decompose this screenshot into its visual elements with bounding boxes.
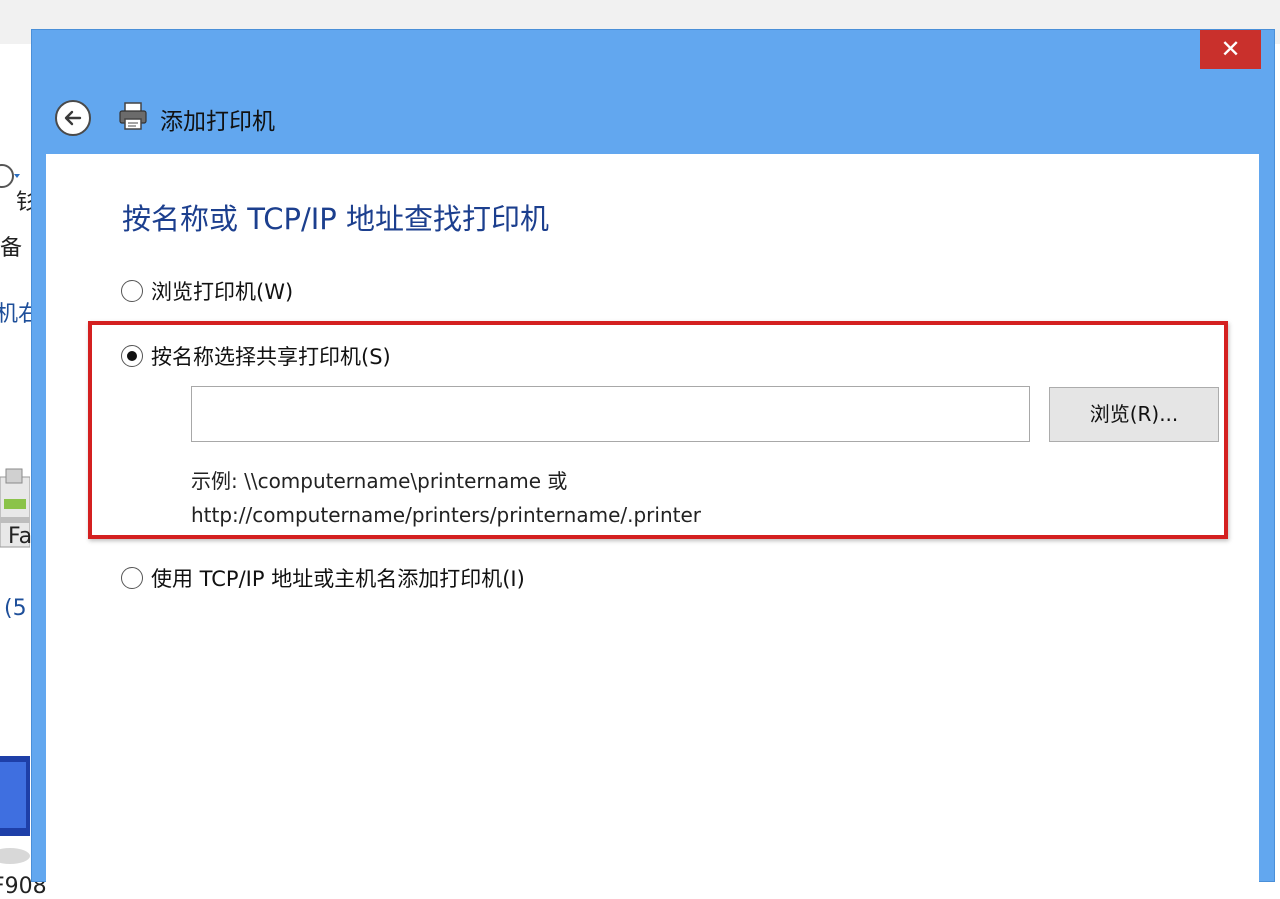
option-label: 按名称选择共享打印机(S) — [151, 345, 391, 369]
printer-icon — [119, 102, 147, 130]
option-label: 使用 TCP/IP 地址或主机名添加打印机(I) — [151, 567, 525, 591]
example-text: 示例: \\computername\printername 或 http://… — [191, 464, 701, 532]
printer-name-input[interactable] — [191, 386, 1030, 442]
page-heading: 按名称或 TCP/IP 地址查找打印机 — [122, 202, 549, 236]
background-monitor-icon — [0, 756, 30, 864]
close-button[interactable]: ✕ — [1200, 30, 1261, 69]
background-left-pane: 钐 备 机右 Fa (5 F908 — [0, 44, 47, 899]
option-tcpip[interactable]: 使用 TCP/IP 地址或主机名添加打印机(I) — [121, 564, 525, 592]
background-text: (5 — [4, 596, 27, 621]
radio-browse-printers[interactable] — [121, 280, 143, 302]
radio-tcpip[interactable] — [121, 567, 143, 589]
example-line-1: 示例: \\computername\printername 或 — [191, 469, 568, 493]
option-select-shared-printer[interactable]: 按名称选择共享打印机(S) — [121, 342, 391, 370]
browse-button[interactable]: 浏览(R)... — [1049, 387, 1219, 442]
background-text: Fa — [8, 524, 33, 549]
option-browse-printers[interactable]: 浏览打印机(W) — [121, 277, 293, 305]
option-label: 浏览打印机(W) — [151, 280, 294, 304]
add-printer-dialog: ✕ 添加打印机 按名称或 TCP/IP 地址查找打印机 浏览打印机(W) 按名称… — [31, 29, 1275, 883]
dialog-title: 添加打印机 — [160, 109, 275, 135]
radio-select-shared-printer[interactable] — [121, 345, 143, 367]
example-line-2: http://computername/printers/printername… — [191, 503, 702, 527]
back-arrow-icon — [64, 110, 82, 126]
dialog-content: 按名称或 TCP/IP 地址查找打印机 浏览打印机(W) 按名称选择共享打印机(… — [46, 154, 1259, 883]
back-button[interactable] — [55, 100, 91, 136]
background-text: 备 — [0, 236, 23, 261]
